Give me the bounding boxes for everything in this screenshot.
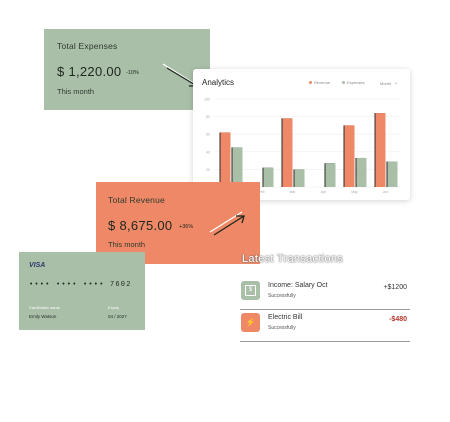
y-tick-label: 60 <box>206 133 210 137</box>
expenses-amount: $ 1,220.00 <box>57 64 122 79</box>
expenses-card: Total Expenses $ 1,220.00 -10% This mont… <box>44 29 210 110</box>
transaction-row[interactable]: $ Income: Salary Oct Successfully +$1200 <box>240 279 410 310</box>
transaction-status: Successfully <box>268 293 296 299</box>
revenue-bar <box>375 113 386 187</box>
transaction-status: Successfully <box>268 325 296 331</box>
x-tick-label: Mar <box>289 190 296 194</box>
y-tick-label: 80 <box>206 115 210 119</box>
dollar-glyph: $ <box>245 285 256 296</box>
card-number: •••• •••• •••• 7602 <box>29 281 132 289</box>
revenue-change: +36% <box>179 224 194 230</box>
transaction-amount: -$480 <box>389 316 407 323</box>
revenue-bar <box>344 125 355 187</box>
expiry-label: Expiry <box>108 305 120 310</box>
y-tick-label: 20 <box>206 168 210 172</box>
revenue-bar <box>282 118 293 187</box>
x-tick-label: Apr <box>321 190 327 194</box>
lightning-icon: ⚡ <box>241 313 260 332</box>
transaction-name: Electric Bill <box>268 314 303 321</box>
expiry-value: 04 / 2027 <box>108 314 127 319</box>
transaction-amount: +$1200 <box>383 284 407 291</box>
revenue-period: This month <box>108 240 146 249</box>
expenses-bar <box>325 163 336 187</box>
analytics-bar-chart: 100806040200JanFebMarAprMayJun <box>204 98 401 194</box>
expenses-label: Total Expenses <box>57 41 118 51</box>
expenses-bar <box>387 161 398 187</box>
credit-card[interactable]: VISA •••• •••• •••• 7602 Cardholder name… <box>19 252 145 330</box>
expenses-period: This month <box>57 87 95 96</box>
transaction-row[interactable]: ⚡ Electric Bill Successfully -$480 <box>240 311 410 342</box>
expenses-change: -10% <box>126 70 139 76</box>
x-tick-label: Jun <box>383 190 389 194</box>
revenue-bar <box>220 132 231 187</box>
cardholder-label: Cardholder name <box>29 305 60 310</box>
expenses-bar <box>294 169 305 187</box>
expenses-bar <box>356 157 367 187</box>
dollar-icon: $ <box>241 281 260 300</box>
expenses-bar <box>263 167 274 187</box>
y-tick-label: 40 <box>206 150 210 154</box>
transaction-name: Income: Salary Oct <box>268 282 328 289</box>
card-brand: VISA <box>29 262 46 269</box>
analytics-card: Analytics Revenue Expenses Month ⌄ 100 80… <box>193 69 410 200</box>
cardholder-name: Emily Watson <box>29 314 57 319</box>
transactions-title: Latest Transactions <box>242 253 344 265</box>
y-tick-label: 100 <box>204 98 210 102</box>
x-tick-label: May <box>351 190 358 194</box>
revenue-amount: $ 8,675.00 <box>108 218 173 233</box>
trend-up-arrow-icon <box>209 211 245 236</box>
revenue-label: Total Revenue <box>108 195 165 205</box>
